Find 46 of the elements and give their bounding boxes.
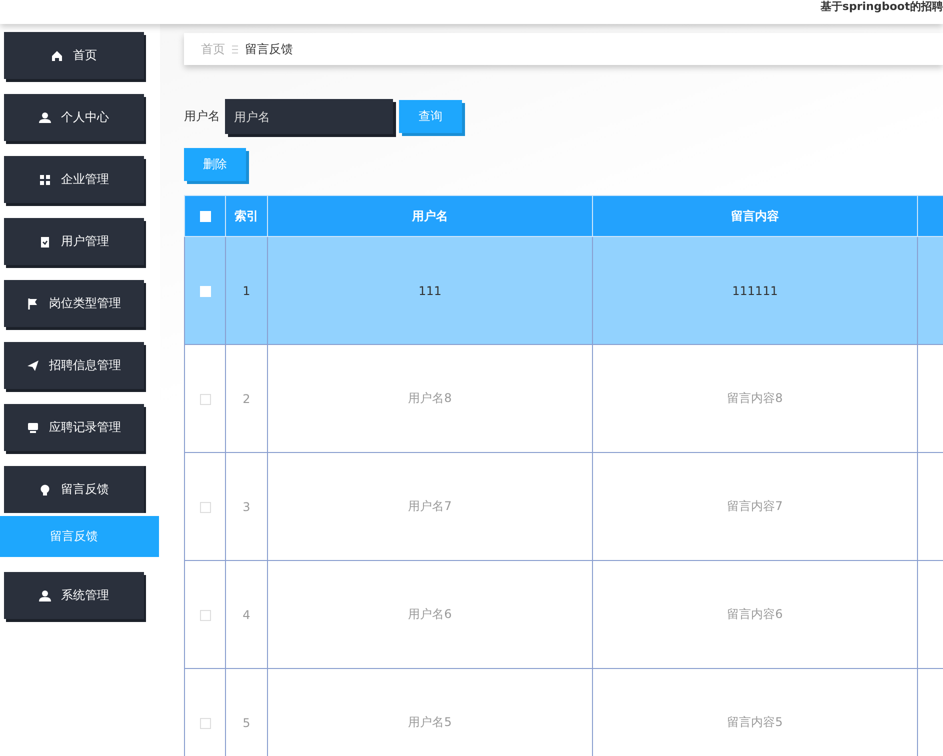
home-icon [51, 50, 63, 62]
row-checkbox[interactable] [200, 610, 210, 621]
light-bulb-icon [39, 484, 51, 496]
user-icon [39, 590, 51, 602]
row-checkbox[interactable] [200, 502, 210, 513]
menu-item[interactable]: 留言反馈 [4, 466, 144, 513]
grid-icon [39, 174, 51, 186]
table-cell: 3 [226, 452, 268, 560]
menu-item[interactable]: 系统管理 [4, 572, 144, 619]
table-cell: 留言内容6 [592, 560, 918, 668]
table-cell: 用户名6 [268, 560, 592, 668]
column-header: 索引 [226, 196, 268, 236]
table-cell: 用户名8 [268, 344, 592, 452]
paper-plane-icon [27, 360, 39, 372]
user-icon [39, 112, 51, 124]
table-cell: 111 [268, 236, 592, 344]
table-cell: 留言内容8 [592, 344, 918, 452]
menu-item[interactable]: 用户管理 [4, 218, 144, 265]
table-cell: 用户名5 [268, 668, 592, 756]
row-checkbox[interactable] [200, 394, 210, 405]
breadcrumb-item: 留言反馈 [245, 40, 293, 58]
table-cell: 留言内容5 [592, 668, 918, 756]
menu-item[interactable]: 个人中心 [4, 94, 144, 141]
menu-item[interactable]: 岗位类型管理 [4, 280, 144, 327]
table-cell: 4 [226, 560, 268, 668]
menu-item[interactable]: 企业管理 [4, 156, 144, 203]
table-cell: 5 [226, 668, 268, 756]
menu-item[interactable]: 招聘信息管理 [4, 342, 144, 389]
field-label: 用户名 [184, 108, 220, 125]
table-cell: 用户名7 [268, 452, 592, 560]
username-field[interactable]: 用户名 [225, 99, 393, 134]
table-cell: 留言内容7 [592, 452, 918, 560]
menu-item[interactable]: 首页 [4, 32, 144, 79]
menu-item[interactable]: 应聘记录管理 [4, 404, 144, 451]
clipboard-icon [39, 236, 51, 248]
column-header: 用户名 [268, 196, 592, 236]
column-header: 留言内容 [592, 196, 918, 236]
table-cell: 1 [226, 236, 268, 344]
table-cell: 2 [226, 344, 268, 452]
select-all-checkbox[interactable] [200, 211, 210, 222]
separator-icon [232, 44, 238, 54]
row-checkbox[interactable] [200, 718, 210, 729]
flag-icon [27, 298, 39, 310]
site-title: 基于springboot的招聘 [820, 0, 943, 13]
monitor-icon [27, 422, 39, 434]
table-cell: 111111 [592, 236, 918, 344]
